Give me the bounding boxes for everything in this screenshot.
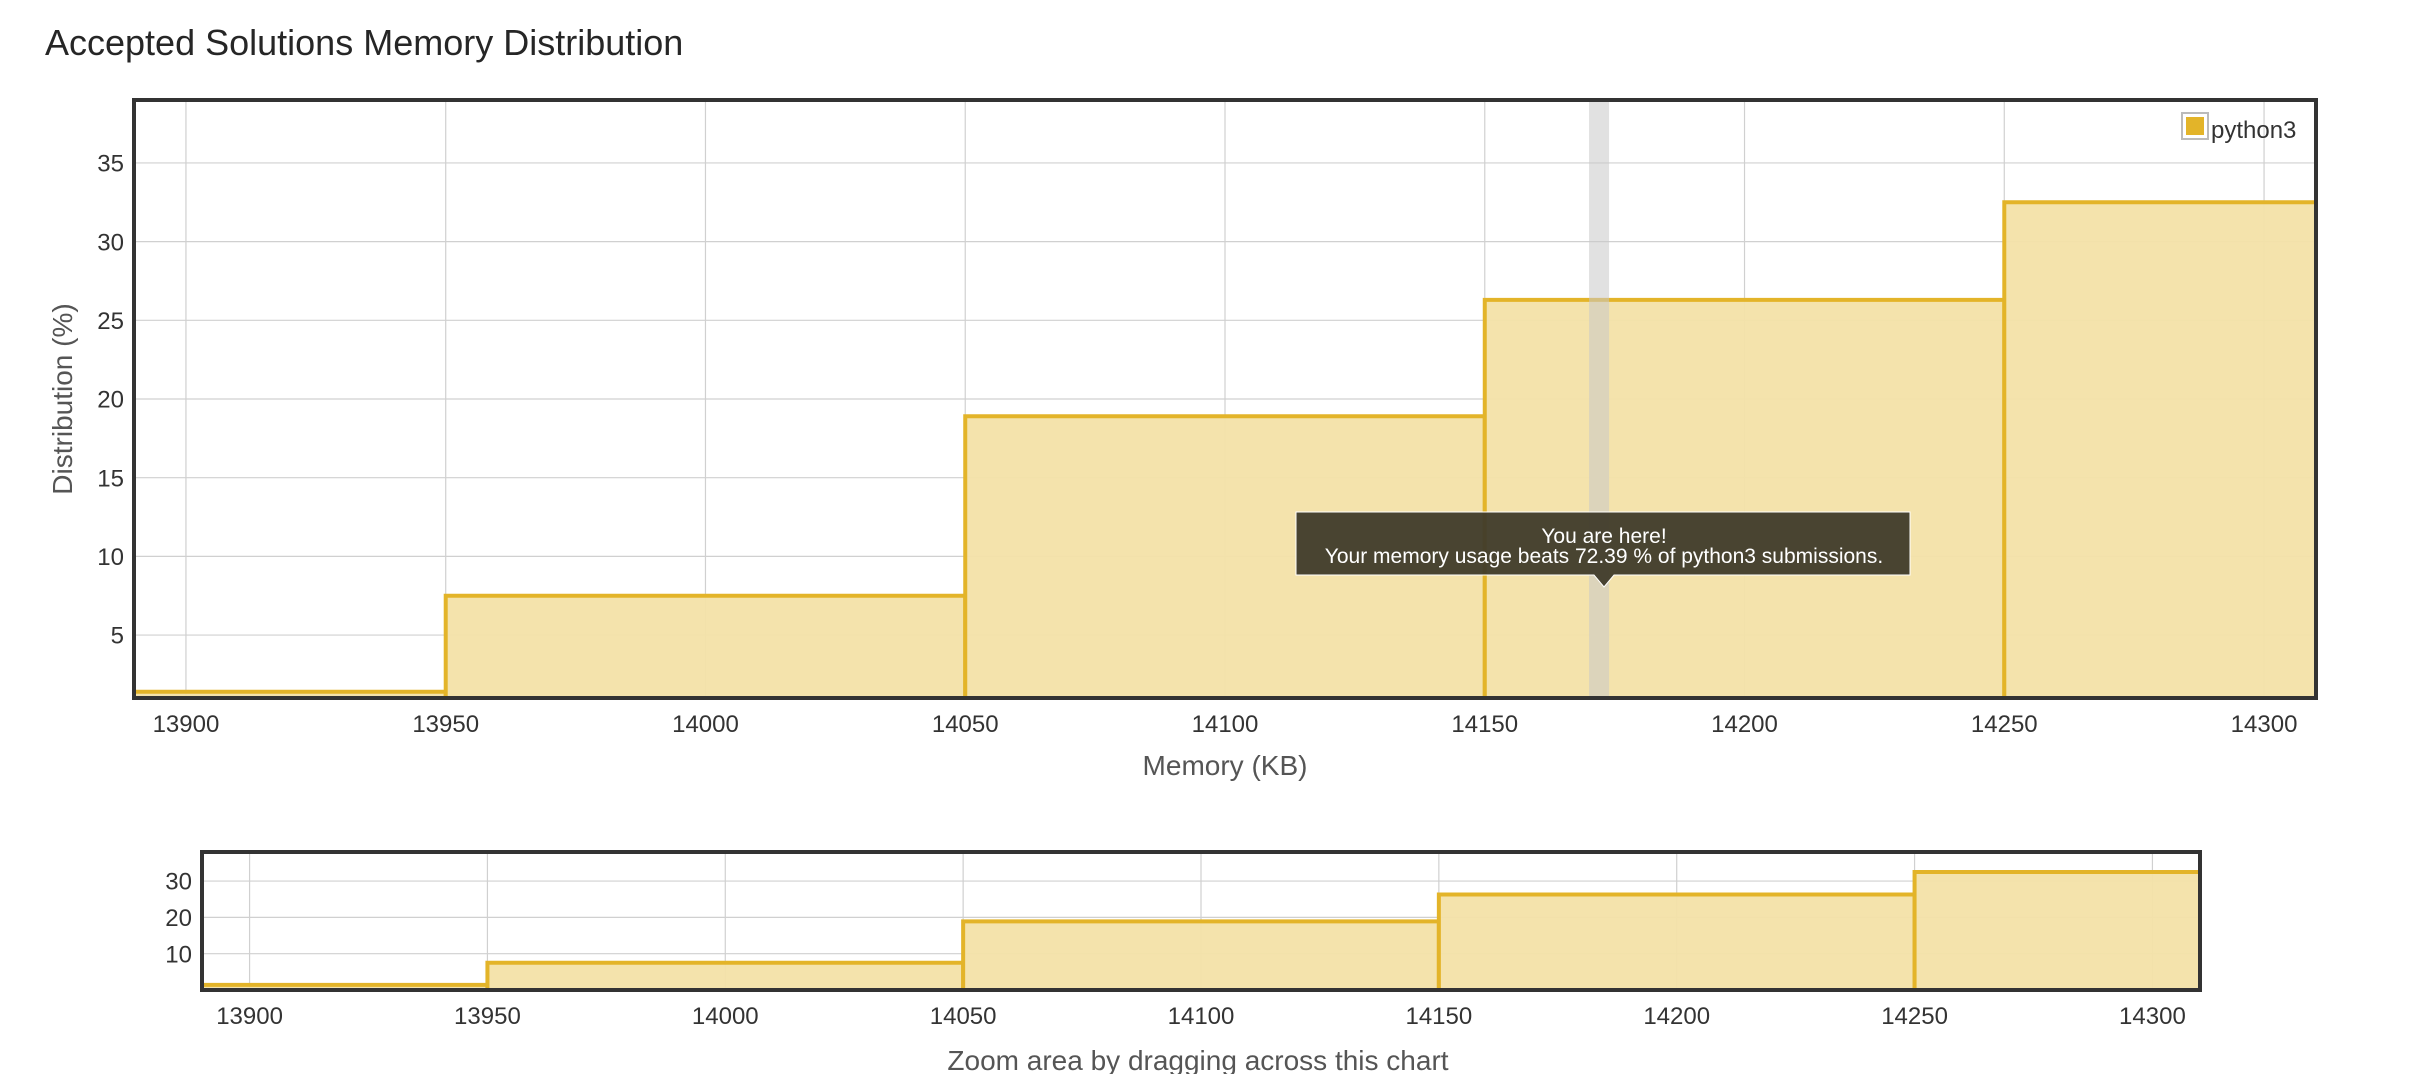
nav-bar-4 [1438,894,1915,990]
current-position-band [1589,100,1610,698]
nav-bar-3 [963,921,1439,990]
nav-x-tick-label-13900: 13900 [216,1003,283,1030]
nav-x-tick-label-14050: 14050 [930,1003,997,1030]
zoom-caption: Zoom area by dragging across this chart [947,1045,1448,1074]
legend-swatch [2186,117,2204,135]
nav-x-tick-label-14250: 14250 [1881,1003,1948,1030]
nav-x-tick-label-14100: 14100 [1168,1003,1235,1030]
current-position-marker [1589,100,1610,698]
main-x-tick-label-13950: 13950 [412,711,479,738]
y-axis-title: Distribution (%) [47,303,78,494]
nav-y-tick-label-30: 30 [165,869,192,896]
nav-y-tick-label-20: 20 [165,905,192,932]
main-x-tick-label-14200: 14200 [1711,711,1778,738]
nav-x-tick-label-13950: 13950 [454,1003,521,1030]
legend[interactable]: python3 [2181,112,2296,144]
legend-label: python3 [2211,117,2296,144]
main-x-tick-label-14150: 14150 [1451,711,1518,738]
nav-x-tick-label-14000: 14000 [692,1003,759,1030]
main-y-tick-label-25: 25 [97,308,124,335]
main-bar-4 [1484,299,2005,698]
main-x-tick-label-14100: 14100 [1192,711,1259,738]
main-y-tick-label-15: 15 [97,465,124,492]
chart-canvas[interactable]: 13900 13950 14000 14050 14100 14150 14200 14250… [0,0,2420,1074]
main-y-tick-label-35: 35 [97,151,124,178]
main-y-tick-label-5: 5 [111,623,124,650]
nav-bar-5 [1914,871,2200,990]
nav-x-tick-label-14200: 14200 [1643,1003,1710,1030]
main-bar-5 [2004,202,2316,698]
main-y-tick-label-20: 20 [97,387,124,414]
nav-bar-2 [487,962,964,990]
main-x-tick-label-14300: 14300 [2231,711,2298,738]
main-y-tick-label-10: 10 [97,544,124,571]
nav-x-tick-label-14150: 14150 [1405,1003,1472,1030]
nav-y-tick-label-10: 10 [165,941,192,968]
main-x-tick-label-14050: 14050 [932,711,999,738]
main-x-tick-label-13900: 13900 [153,711,220,738]
main-bar-2 [445,595,966,698]
nav-x-tick-label-14300: 14300 [2119,1003,2186,1030]
main-x-tick-label-14250: 14250 [1971,711,2038,738]
main-y-tick-label-30: 30 [97,229,124,256]
x-axis-title: Memory (KB) [1143,750,1308,781]
main-x-tick-label-14000: 14000 [672,711,739,738]
tooltip-line-2: Your memory usage beats 72.39 % of pytho… [1325,545,1883,568]
